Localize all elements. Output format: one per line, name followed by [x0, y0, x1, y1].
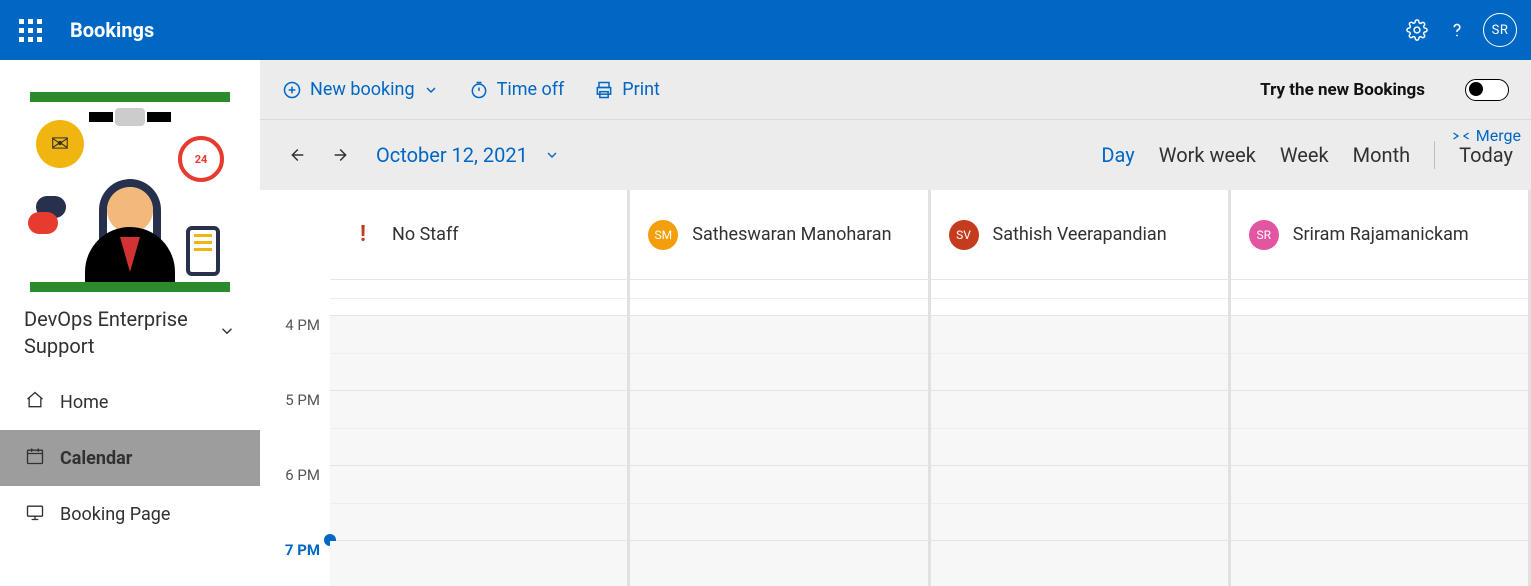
phone-24-icon: 24 [178, 136, 224, 182]
home-icon [24, 390, 46, 415]
avatar: SR [1249, 220, 1279, 250]
app-launcher-icon[interactable] [14, 14, 46, 46]
date-nav-bar: October 12, 2021 Merge Day Work week Wee… [260, 120, 1531, 190]
org-picker[interactable]: DevOps Enterprise Support [0, 300, 260, 374]
org-name: DevOps Enterprise Support [24, 306, 218, 360]
view-month[interactable]: Month [1353, 143, 1410, 167]
time-label: 4 PM [260, 316, 330, 391]
view-switcher: Day Work week Week Month Today [1101, 141, 1513, 169]
mail-badge-icon: ✉ [36, 120, 84, 168]
date-picker[interactable]: October 12, 2021 [376, 143, 560, 167]
sidebar-item-booking-page[interactable]: Booking Page [0, 486, 260, 542]
stopwatch-icon [469, 80, 489, 100]
calendar-column[interactable] [330, 280, 630, 586]
view-week[interactable]: Week [1280, 143, 1329, 167]
settings-icon[interactable] [1397, 10, 1437, 50]
plus-circle-icon [282, 80, 302, 100]
device-icon [186, 226, 220, 276]
help-icon[interactable] [1437, 10, 1477, 50]
command-bar: New booking Time off Print Try the new B… [260, 60, 1531, 120]
nav-label: Booking Page [60, 504, 170, 525]
next-day-button[interactable] [324, 137, 360, 173]
view-work-week[interactable]: Work week [1159, 143, 1256, 167]
calendar-column[interactable] [931, 280, 1231, 586]
column-label: Satheswaran Manoharan [692, 224, 891, 245]
time-label-current: 7 PM [260, 541, 330, 586]
user-avatar[interactable]: SR [1483, 13, 1517, 47]
time-off-button[interactable]: Time off [469, 79, 565, 100]
column-header-staff[interactable]: SM Satheswaran Manoharan [630, 190, 930, 280]
current-date: October 12, 2021 [376, 143, 528, 167]
print-button[interactable]: Print [594, 79, 660, 100]
monitor-icon [24, 502, 46, 527]
calendar: ! No Staff SM Satheswaran Manoharan SV S… [260, 190, 1531, 586]
sidebar: ✉ 24 DevOps Enterpris [0, 60, 260, 586]
user-initials: SR [1492, 23, 1509, 38]
new-booking-label: New booking [310, 79, 415, 100]
column-label: Sathish Veerapandian [993, 224, 1167, 245]
chevron-down-icon [423, 82, 439, 98]
merge-label: Merge [1476, 126, 1521, 145]
view-day[interactable]: Day [1101, 143, 1134, 167]
app-title: Bookings [70, 18, 154, 42]
calendar-column[interactable] [1231, 280, 1531, 586]
try-new-bookings-label: Try the new Bookings [1260, 80, 1425, 100]
new-booking-button[interactable]: New booking [282, 79, 439, 100]
chevron-down-icon [544, 147, 560, 163]
merge-button[interactable]: Merge [1452, 126, 1521, 145]
column-header-staff[interactable]: SV Sathish Veerapandian [931, 190, 1231, 280]
time-off-label: Time off [497, 79, 565, 100]
app-header: Bookings SR [0, 0, 1531, 60]
nav-label: Home [60, 392, 108, 413]
calendar-column[interactable] [630, 280, 930, 586]
print-label: Print [622, 79, 660, 100]
prev-day-button[interactable] [278, 137, 314, 173]
try-new-bookings-toggle[interactable] [1465, 79, 1509, 101]
main: New booking Time off Print Try the new B… [260, 60, 1531, 586]
column-header-no-staff[interactable]: ! No Staff [330, 190, 630, 280]
nav-label: Calendar [60, 448, 132, 469]
merge-icon [1452, 129, 1470, 143]
time-label: 5 PM [260, 391, 330, 466]
speech-bubble-icon [28, 212, 58, 234]
avatar: SV [949, 220, 979, 250]
time-label: 6 PM [260, 466, 330, 541]
column-label: No Staff [392, 224, 458, 245]
org-logo: ✉ 24 [0, 60, 260, 300]
avatar: SM [648, 220, 678, 250]
sidebar-item-calendar[interactable]: Calendar [0, 430, 260, 486]
handshake-icon [89, 108, 171, 126]
column-header-staff[interactable]: SR Sriram Rajamanickam [1231, 190, 1531, 280]
today-button[interactable]: Today [1459, 143, 1513, 167]
sidebar-item-home[interactable]: Home [0, 374, 260, 430]
print-icon [594, 80, 614, 100]
agent-icon [85, 227, 175, 282]
chevron-down-icon [218, 322, 236, 344]
time-gutter: 4 PM 5 PM 6 PM 7 PM [260, 280, 330, 586]
staff-header-row: ! No Staff SM Satheswaran Manoharan SV S… [260, 190, 1531, 280]
divider [1434, 141, 1435, 169]
calendar-icon [24, 446, 46, 471]
warning-icon: ! [348, 220, 378, 250]
column-label: Sriram Rajamanickam [1293, 224, 1469, 245]
